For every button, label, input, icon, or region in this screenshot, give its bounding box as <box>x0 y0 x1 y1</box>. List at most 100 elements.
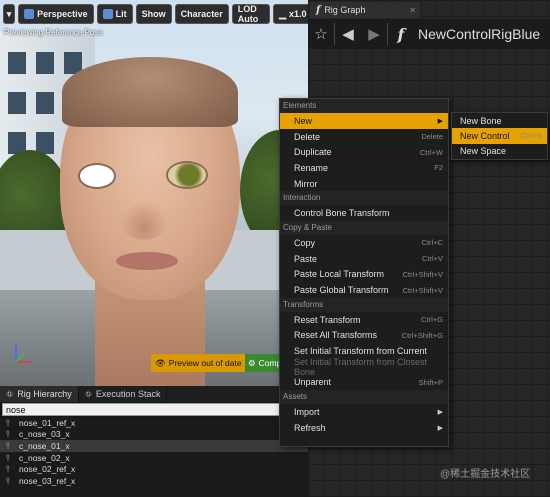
menu-section-interaction: Interaction <box>280 191 448 206</box>
close-icon[interactable]: ✕ <box>409 6 416 15</box>
menu-item-label: Paste <box>294 253 318 264</box>
show-button[interactable]: Show <box>135 4 172 24</box>
menu-item-label: Rename <box>294 162 329 173</box>
chevron-down-icon: ▾ <box>6 8 12 19</box>
menu-item-shortcut: Ctrl+Shift+V <box>402 285 443 295</box>
menu-item-paste-local-transform[interactable]: Paste Local Transform Ctrl+Shift+V <box>280 267 448 283</box>
playback-icon: ▁ <box>279 8 286 19</box>
menu-section-copy-paste: Copy & Paste <box>280 221 448 236</box>
forward-arrow-icon[interactable]: ▶ <box>361 19 387 49</box>
tree-row[interactable]: ⫯ c_nose_01_x <box>0 440 308 452</box>
menu-item-import[interactable]: Import ▶ <box>280 404 448 420</box>
viewport[interactable]: ▾ Perspective Lit Show Character LOD Aut… <box>0 0 308 386</box>
hierarchy-tree: ⫯ nose_01_ref_x ⫯ c_nose_03_x ⫯ c_nose_01_x… <box>0 417 308 497</box>
menu-item-reset-transform[interactable]: Reset Transform Ctrl+G <box>280 312 448 328</box>
chevron-right-icon: ▶ <box>437 409 443 417</box>
bone-icon: ⫯ <box>6 452 10 463</box>
menu-item-paste-global-transform[interactable]: Paste Global Transform Ctrl+Shift+V <box>280 282 448 298</box>
bone-icon: ⫯ <box>6 440 10 451</box>
tree-row[interactable]: ⫯ c_nose_02_x <box>0 452 308 464</box>
menu-item-label: Paste Global Transform <box>294 285 389 296</box>
menu-item-label: New Space <box>460 146 507 157</box>
tree-row[interactable]: ⫯ c_nose_03_x <box>0 429 308 441</box>
menu-item-new-bone[interactable]: New Bone <box>452 113 547 128</box>
lod-button[interactable]: LOD Auto <box>231 4 271 24</box>
context-menu: Elements New ▶ Delete Delete Duplicate Ctrl+W R… <box>279 98 449 447</box>
menu-item-duplicate[interactable]: Duplicate Ctrl+W <box>280 144 448 160</box>
tab-rig-graph[interactable]: f Rig Graph ✕ <box>310 2 420 18</box>
menu-item-label: Paste Local Transform <box>294 269 385 280</box>
menu-item-delete[interactable]: Delete Delete <box>280 129 448 145</box>
eye-icon: 👁 <box>155 357 166 368</box>
tree-row[interactable]: ⫯ nose_01_ref_x <box>0 417 308 429</box>
function-icon: f <box>397 24 405 44</box>
menu-item-label: Mirror <box>294 178 318 189</box>
menu-item-new-space[interactable]: New Space <box>452 144 547 159</box>
menu-item-reset-all-transforms[interactable]: Reset All Transforms Ctrl+Shift+G <box>280 328 448 344</box>
viewport-options-button[interactable]: ▾ <box>3 4 16 24</box>
menu-item-unparent[interactable]: Unparent Shift+P <box>280 375 448 391</box>
tab-execution-stack[interactable]: ⛗ Execution Stack <box>79 386 168 402</box>
lightbulb-icon <box>102 9 113 19</box>
character-scalp <box>62 57 238 127</box>
chevron-right-icon: ▶ <box>437 424 443 432</box>
menu-item-shortcut: Ctrl+G <box>421 315 443 325</box>
menu-section-assets: Assets <box>280 390 448 405</box>
function-icon: f <box>316 4 321 16</box>
menu-item-paste[interactable]: Paste Ctrl+V <box>280 251 448 267</box>
menu-item-refresh[interactable]: Refresh ▶ <box>280 420 448 436</box>
menu-item-shortcut: Ctrl+Shift+G <box>401 330 443 340</box>
menu-item-label: Duplicate <box>294 147 332 158</box>
perspective-button[interactable]: Perspective <box>18 4 94 24</box>
hierarchy-search-input[interactable]: nose <box>2 403 306 416</box>
bone-icon: ⫯ <box>6 475 10 486</box>
bone-icon: ⫯ <box>6 429 10 440</box>
character-nose <box>120 200 168 240</box>
playback-speed-button[interactable]: ▁ x1.0 <box>273 4 308 24</box>
menu-item-shortcut: Ctrl+Shift+V <box>402 269 443 279</box>
tab-rig-hierarchy[interactable]: ⛗ Rig Hierarchy <box>0 386 79 402</box>
menu-item-label: Reset All Transforms <box>294 330 378 341</box>
menu-item-label: New Bone <box>460 115 502 126</box>
viewport-toolbar: ▾ Perspective Lit Show Character LOD Aut… <box>0 4 308 26</box>
menu-section-elements: Elements <box>280 99 448 113</box>
menu-item-label: Copy <box>294 237 316 248</box>
lit-button[interactable]: Lit <box>96 4 133 24</box>
menu-item-label: Set Initial Transform from Current <box>294 346 428 357</box>
menu-item-new-control[interactable]: New Control Ctrl+N <box>452 128 547 144</box>
menu-item-control-bone-transform[interactable]: Control Bone Transform <box>280 205 448 221</box>
menu-item-shortcut: Ctrl+C <box>421 238 443 248</box>
menu-item-shortcut: F2 <box>434 163 443 173</box>
menu-item-label: Reset Transform <box>294 314 361 325</box>
preview-out-of-date-badge[interactable]: 👁 Preview out of date <box>151 354 245 372</box>
character-lips <box>116 252 178 270</box>
tree-row[interactable]: ⫯ nose_03_ref_x <box>0 475 308 487</box>
camera-icon <box>24 9 35 19</box>
axis-gizmo-icon <box>15 344 32 363</box>
stack-icon: ⛗ <box>84 388 92 399</box>
character-button[interactable]: Character <box>174 4 229 24</box>
menu-item-label: Import <box>294 407 320 418</box>
menu-section-transforms: Transforms <box>280 297 448 312</box>
menu-item-shortcut: Ctrl+N <box>520 131 542 141</box>
menu-item-new[interactable]: New ▶ <box>280 113 448 129</box>
viewport-caption: Previewing Reference Pose <box>4 28 103 37</box>
menu-item-rename[interactable]: Rename F2 <box>280 160 448 176</box>
menu-item-copy[interactable]: Copy Ctrl+C <box>280 235 448 251</box>
menu-item-shortcut: Ctrl+W <box>419 147 443 157</box>
menu-item-label: Refresh <box>294 422 326 433</box>
bone-icon: ⫯ <box>6 417 10 428</box>
bone-icon: ⫯ <box>6 464 10 475</box>
menu-item-label: New Control <box>460 130 510 141</box>
favorite-star-icon[interactable]: ☆ <box>308 19 334 49</box>
watermark: @稀土掘金技术社区 <box>440 469 531 480</box>
back-arrow-icon[interactable]: ◀ <box>335 19 361 49</box>
menu-item-mirror[interactable]: Mirror <box>280 176 448 192</box>
panel-tabs: ⛗ Rig Hierarchy ⛗ Execution Stack <box>0 386 308 402</box>
character-eye-right <box>168 163 206 187</box>
tree-row[interactable]: ⫯ nose_02_ref_x <box>0 463 308 475</box>
menu-item-label: Control Bone Transform <box>294 208 390 219</box>
menu-item-label: Delete <box>294 131 321 142</box>
breadcrumb[interactable]: NewControlRigBlue <box>414 26 544 42</box>
menu-item-label: Unparent <box>294 377 332 388</box>
